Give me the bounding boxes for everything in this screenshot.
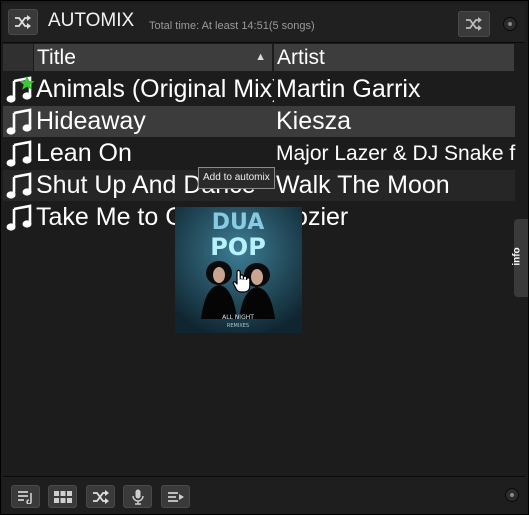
grid-view-button[interactable]	[48, 485, 77, 508]
track-artist: Martin Garrix	[276, 75, 421, 103]
column-header-title[interactable]: Title ▲	[34, 44, 272, 71]
microphone-icon	[131, 489, 144, 505]
hand-cursor-icon	[232, 269, 251, 293]
playlist-add-button[interactable]	[11, 485, 40, 508]
playlist-add-icon	[17, 490, 32, 504]
shuffle-footer-button[interactable]	[86, 485, 115, 508]
shuffle-icon	[92, 489, 109, 504]
track-title: Lean On	[36, 139, 132, 167]
track-row[interactable]: Lean On Major Lazer & DJ Snake f. I...	[3, 138, 516, 169]
star-icon	[19, 76, 35, 90]
footer-options-dot[interactable]	[505, 488, 519, 502]
column-artist-label: Artist	[277, 46, 325, 69]
total-time-label: Total time: At least 14:51(5 songs)	[149, 20, 315, 32]
queue-button[interactable]	[161, 485, 190, 508]
track-artist: Walk The Moon	[276, 171, 450, 199]
queue-icon	[167, 491, 184, 502]
track-title: Animals (Original Mix)	[36, 75, 274, 103]
music-note-icon	[6, 108, 32, 135]
automix-panel: AUTOMIX Total time: At least 14:51(5 son…	[0, 0, 529, 515]
info-side-tab[interactable]: info	[511, 219, 528, 297]
cover-text-line2: POP	[210, 233, 266, 261]
shuffle-button-right[interactable]	[458, 11, 490, 37]
automix-title: AUTOMIX	[48, 10, 135, 31]
music-note-icon	[6, 140, 32, 167]
music-note-icon	[6, 76, 35, 103]
shuffle-icon	[466, 17, 482, 31]
cover-text-line4: REMIXES	[227, 323, 249, 329]
column-header-artist[interactable]: Artist	[274, 44, 514, 71]
add-to-automix-tooltip: Add to automix	[198, 167, 275, 189]
track-row[interactable]: Hideaway Kiesza	[3, 106, 515, 137]
cover-text-line3: ALL NIGHT	[222, 314, 254, 321]
shuffle-button-left[interactable]	[8, 9, 38, 35]
music-note-icon	[6, 204, 32, 231]
info-tab-label: info	[511, 247, 523, 266]
grid-view-icon	[53, 490, 72, 503]
music-note-icon	[6, 172, 32, 199]
track-title: Hideaway	[36, 107, 146, 135]
shuffle-icon	[15, 15, 31, 29]
sort-ascending-icon: ▲	[255, 51, 266, 63]
track-artist: Kiesza	[276, 107, 352, 135]
column-title-label: Title	[37, 46, 76, 69]
automix-footer	[3, 476, 525, 513]
track-row[interactable]: Animals (Original Mix) Martin Garrix	[3, 74, 515, 105]
track-artist: Major Lazer & DJ Snake f. I...	[276, 142, 516, 165]
dragged-album-cover[interactable]: DUA POP ALL NIGHT REMIXES	[175, 207, 302, 333]
header-options-dot[interactable]	[503, 17, 517, 31]
automix-header: AUTOMIX Total time: At least 14:51(5 son…	[3, 4, 525, 43]
column-header-spacer	[3, 44, 33, 71]
cover-text-line1: DUA	[212, 210, 264, 235]
microphone-button[interactable]	[123, 485, 152, 508]
track-artist: Hozier	[276, 203, 349, 231]
